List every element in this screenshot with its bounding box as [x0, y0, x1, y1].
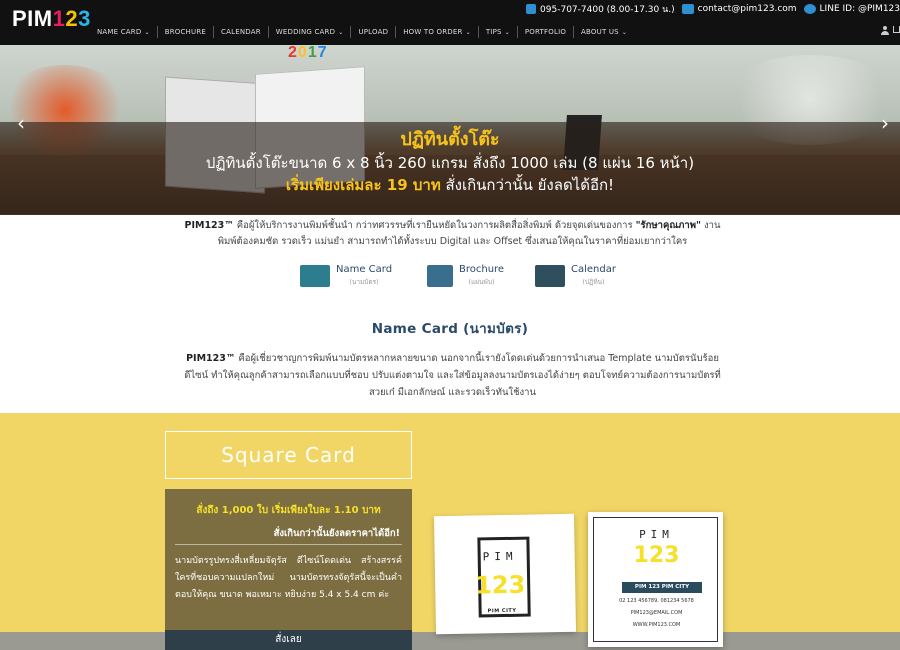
intro-brand: PIM123™ [184, 220, 234, 231]
phone-icon [526, 4, 537, 14]
card-inner-frame: PIM 123 PIM 123 PIM CITY 02 123 456789, … [593, 517, 718, 642]
chevron-down-icon: ⌄ [144, 28, 150, 36]
square-card-title: Square Card [221, 443, 356, 467]
calendar-year: 2017 [288, 44, 328, 61]
product-sub: (นามบัตร) [349, 278, 379, 286]
hero-price-line: เริ่มเพียงเล่มละ 19 บาท สั่งเกินกว่านั้น… [0, 174, 900, 196]
hero-title: ปฏิทินตั้งโต๊ะ [400, 129, 500, 150]
nav-label: PORTFOLIO [524, 28, 567, 36]
product-name: Calendar [571, 264, 616, 275]
hero-subtitle: ปฏิทินตั้งโต๊ะขนาด 6 x 8 นิ้ว 260 แกรม ส… [205, 154, 695, 172]
contact-line[interactable]: LINE ID: @PIM123 [803, 4, 900, 14]
nav-label: UPLOAD [358, 28, 389, 36]
chevron-down-icon: ⌄ [465, 28, 471, 36]
nav-label: HOW TO ORDER [403, 28, 463, 36]
promo-subtext: สั่งเกินกว่านั้นยังลดราคาได้อีก! [273, 528, 400, 539]
brochure-icon [427, 265, 453, 287]
card-number-text: 123 [474, 570, 526, 600]
product-link-calendar[interactable]: Calendar (ปฏิทิน) [535, 263, 616, 287]
name-card-icon [300, 265, 330, 287]
mail-icon [681, 4, 694, 14]
site-logo[interactable]: PIM123 [12, 6, 91, 32]
hero-caption: ปฏิทินตั้งโต๊ะ ปฏิทินตั้งโต๊ะขนาด 6 x 8 … [0, 128, 900, 196]
square-card-panel: สั่งถึง 1,000 ใบ เริ่มเพียงใบละ 1.10 บาท… [165, 489, 412, 650]
card-phone-text: 02 123 456789, 081234 5678 [619, 598, 694, 604]
user-icon[interactable] [881, 26, 889, 35]
nav-item-brochure[interactable]: BROCHURE [156, 26, 213, 38]
sample-card-front: PIM 123 PIM CITY [433, 513, 577, 635]
product-links: Name Card (นามบัตร) Brochure (แผ่นพับ) C… [0, 263, 900, 295]
nav-label: ABOUT US [581, 28, 619, 36]
nav-item-wedding-card[interactable]: WEDDING CARD ⌄ [267, 26, 351, 38]
nav-item-portfolio[interactable]: PORTFOLIO [516, 26, 573, 38]
contact-email-text: contact@pim123.com [697, 4, 797, 14]
divider [175, 544, 402, 545]
card-pim-text: PIM [482, 549, 518, 564]
chevron-down-icon: ⌄ [338, 28, 344, 36]
contact-email[interactable]: contact@pim123.com [681, 4, 797, 14]
contact-phone[interactable]: 095-707-7400 (8.00-17.30 น.) [526, 2, 675, 16]
main-nav: NAME CARD ⌄ BROCHURE CALENDAR WEDDING CAR… [97, 26, 634, 38]
card-city-text: PIM CITY [487, 607, 517, 615]
contact-phone-text: 095-707-7400 (8.00-17.30 น.) [540, 5, 675, 15]
nav-item-tips[interactable]: TIPS ⌄ [477, 26, 517, 38]
hero-price-rest: สั่งเกินกว่านั้น ยังลดได้อีก! [440, 176, 615, 194]
chevron-left-icon[interactable]: ‹ [14, 112, 28, 134]
order-now-button[interactable]: สั่งเลย [165, 630, 412, 650]
nav-label: TIPS [485, 28, 502, 36]
nav-item-about-us[interactable]: ABOUT US ⌄ [573, 26, 634, 38]
card-email-text: PIM123@EMAIL.COM [630, 610, 683, 616]
calendar-icon [535, 265, 565, 287]
card-web-text: WWW.PIM123.COM [632, 622, 681, 628]
product-name: Brochure [459, 264, 505, 275]
product-name: Name Card [336, 264, 393, 275]
nav-item-name-card[interactable]: NAME CARD ⌄ [97, 26, 157, 38]
promo-text: สั่งถึง 1,000 ใบ เริ่มเพียงใบละ 1.10 บาท [196, 505, 381, 516]
nav-label: BROCHURE [164, 28, 207, 36]
product-sub: (ปฏิทิน) [582, 278, 605, 286]
square-card-title-box: Square Card [165, 431, 412, 479]
nav-item-upload[interactable]: UPLOAD [350, 26, 395, 38]
intro-text: PIM123™ คือผู้ให้บริการงานพิมพ์ชั้นนำ กว… [180, 218, 725, 250]
nav-item-how-to-order[interactable]: HOW TO ORDER ⌄ [395, 26, 478, 38]
contact-line-text: LINE ID: @PIM123 [819, 4, 900, 14]
card-name-bar: PIM 123 PIM CITY [622, 582, 702, 593]
nav-label: WEDDING CARD [275, 28, 336, 36]
card-number-text: 123 [633, 543, 680, 568]
product-link-name-card[interactable]: Name Card (นามบัตร) [300, 263, 392, 287]
cart-icon[interactable] [893, 26, 900, 33]
product-link-brochure[interactable]: Brochure (แผ่นพับ) [427, 263, 504, 287]
nav-item-calendar[interactable]: CALENDAR [213, 26, 268, 38]
nav-label: NAME CARD [97, 28, 142, 36]
chevron-right-icon[interactable]: › [878, 112, 892, 134]
section-brand: PIM123™ [186, 353, 236, 364]
product-sub: (แผ่นพับ) [468, 278, 495, 286]
nav-label: CALENDAR [221, 28, 261, 36]
floor-shadow [0, 632, 900, 650]
card-pim-text: PIM [639, 528, 674, 541]
chat-icon [803, 4, 816, 14]
hero-price-highlight: เริ่มเพียงเล่มละ 19 บาท [285, 176, 441, 194]
intro-quote: "รักษาคุณภาพ" [635, 220, 701, 231]
top-header: PIM123 095-707-7400 (8.00-17.30 น.) cont… [0, 0, 900, 45]
chevron-down-icon: ⌄ [621, 28, 628, 36]
sample-card-back: PIM 123 PIM 123 PIM CITY 02 123 456789, … [588, 512, 723, 647]
section-title: Name Card (นามบัตร) [371, 321, 529, 337]
section-description: PIM123™ คือผู้เชี่ยวชาญการพิมพ์นามบัตรหล… [180, 350, 725, 401]
chevron-down-icon: ⌄ [504, 28, 510, 36]
intro-text-1: คือผู้ให้บริการงานพิมพ์ชั้นนำ กว่าทศวรรษ… [233, 220, 636, 231]
contact-bar: 095-707-7400 (8.00-17.30 น.) contact@pim… [519, 2, 900, 16]
square-card-description: นามบัตรรูปทรงสี่เหลี่ยมจัตุรัส ดีไซน์โดด… [175, 556, 402, 600]
section-desc-text: คือผู้เชี่ยวชาญการพิมพ์นามบัตรหลากหลายขน… [184, 353, 721, 398]
